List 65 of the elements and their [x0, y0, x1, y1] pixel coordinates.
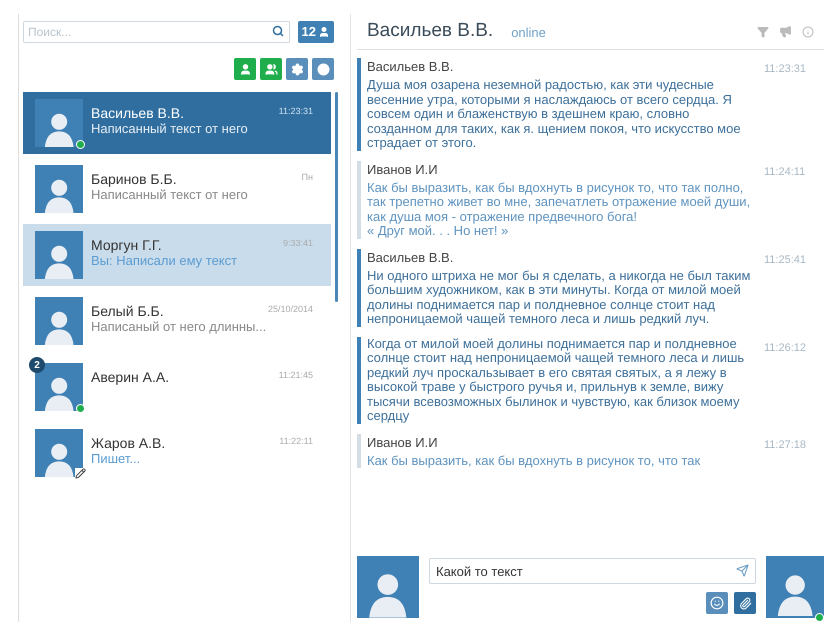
message-preview: Написанный текст от него	[91, 121, 249, 137]
attach-button[interactable]	[734, 592, 756, 614]
message-sender: Васильев В.В.	[367, 248, 454, 266]
contact-item[interactable]: Васильев В.В. 11:23:31 Написанный текст от него	[23, 92, 331, 154]
contact-time: 11:21:45	[278, 369, 313, 381]
message-sender: Иванов И.И	[367, 160, 439, 178]
user-icon	[318, 26, 330, 38]
search-icon	[272, 25, 284, 37]
contact-time: 25/10/2014	[268, 303, 313, 315]
users-icon	[264, 62, 278, 76]
avatar-icon	[766, 556, 824, 618]
message-time: 11:24:11	[764, 164, 806, 180]
contact-time: 11:22:11	[279, 435, 313, 447]
message-text: Когда от милой моей долины поднимается пар и полдневное солнце стоит над непроницаемой чащей темного леса и лишь редкий луч проскальзывает в его святая святых, а я лежу в высокой траве у быстрого ручья и, прильнув к земле, вижу тысячи всевозможных былинок и чувствую, как близок моему сердцу	[367, 336, 746, 424]
megaphone-icon[interactable]	[779, 25, 792, 38]
avatar-icon	[35, 231, 83, 279]
message-preview: Написанный текст от него	[91, 187, 249, 203]
contact-name: Баринов Б.Б.	[91, 171, 177, 187]
contact-name: Жаров А.В.	[91, 435, 166, 451]
filter-button[interactable]	[286, 58, 308, 80]
message-time: 11:27:18	[764, 438, 808, 452]
chat-title: Васильев В.В.	[367, 19, 494, 44]
contact-name: Белый Б.Б.	[91, 303, 164, 319]
avatar-icon	[35, 363, 83, 411]
contact-item[interactable]: Моргун Г.Г. 9:33:41 Вы: Написали ему текст	[23, 224, 331, 286]
filter-button[interactable]	[260, 58, 282, 80]
message-preview: Пишет...	[91, 451, 142, 467]
scrollbar[interactable]	[335, 92, 338, 302]
contact-name: Моргун Г.Г.	[91, 237, 162, 253]
contact-time: 9:33:41	[282, 237, 313, 249]
user-icon	[238, 62, 252, 76]
avatar-icon	[35, 99, 83, 147]
search-field[interactable]: Поиск...	[23, 21, 290, 43]
filter-icon[interactable]	[757, 26, 769, 38]
message-preview: Вы: Написали ему текст	[91, 253, 238, 269]
send-icon[interactable]	[736, 564, 749, 577]
message-text: Ни одного штриха не мог бы я сделать, а никогда не был таким большим художником, как в эти минуты. Когда от милой моей долины поднимается пар и полдневное солнце стоит над непроницаемой чащей темного леса и лишь редкий луч.	[367, 268, 752, 326]
contact-time: Пн	[302, 171, 313, 183]
settings-icon	[290, 62, 304, 76]
message-preview: Написаный от него длинны...	[91, 319, 268, 335]
paperclip-icon	[738, 596, 752, 610]
message-time: 11:26:12	[764, 340, 808, 356]
message-input[interactable]: Какой то текст	[429, 558, 756, 584]
message-sender: Иванов И.И	[367, 434, 439, 452]
contact-name: Васильев В.В.	[91, 105, 184, 121]
message-time: 11:25:41	[764, 252, 808, 268]
info-icon[interactable]	[802, 26, 814, 38]
unread-badge: 2	[29, 357, 45, 373]
smiley-icon	[710, 596, 724, 610]
avatar-icon	[357, 556, 419, 618]
avatar-icon	[35, 165, 83, 213]
avatar-icon	[35, 297, 83, 345]
filter-button[interactable]	[312, 58, 334, 80]
filter-button[interactable]	[234, 58, 256, 80]
chat-status: online	[511, 24, 546, 42]
contacts-count-button[interactable]: 12	[298, 21, 334, 43]
message-sender: Васильев В.В.	[367, 58, 454, 76]
avatar-icon	[35, 429, 83, 477]
message-time: 11:23:31	[764, 62, 808, 77]
emoji-button[interactable]	[706, 592, 728, 614]
message-text: Как бы выразить, как бы вдохнуть в рисунок то, что так	[367, 454, 702, 468]
message-text: Как бы выразить, как бы вдохнуть в рисунок то, что так полно, так трепетно живет во мне, запечатлеть отражение моей души, как душа моя - отражение предвечного бога! « Друг мой. . . Но нет! »	[367, 180, 752, 238]
contact-time: 11:23:31	[278, 105, 313, 117]
message-text: Душа моя озарена неземной радостью, как эти чудесные весенние утра, которыми я наслаждаюсь от всего сердца. Я совсем один и блаженствую в здешнем краю, словно созданном для таких, как я. щением покоя, что искусство мое страдает от этого.	[367, 78, 742, 150]
contact-name: Аверин А.А.	[91, 369, 170, 385]
